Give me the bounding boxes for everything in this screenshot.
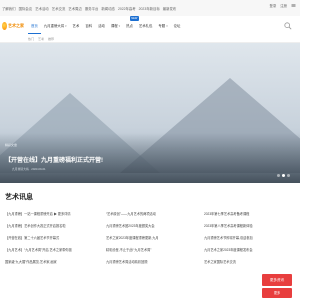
list-item[interactable]: 艺术之家2023年度课程重磅更新,九月: [106, 232, 198, 244]
nav-item-label: 九月重磅大将: [43, 24, 65, 28]
hero-dot[interactable]: [277, 174, 280, 177]
hero-pagination: [277, 174, 290, 177]
register-link[interactable]: 注册: [280, 3, 287, 8]
subnav-item[interactable]: 艺考: [38, 37, 44, 41]
logo-mark-icon: [2, 22, 7, 30]
list-item[interactable]: 九月艺术之家2023年度课程发布会: [204, 244, 296, 256]
sub-nav: 热门 艺考 推荐: [28, 37, 54, 41]
news-column-1: 【九月重磅】一站一课程重磅开启 ▶ 更多详情 【九月重磅】艺术创作大赛正式开启报名…: [5, 208, 97, 268]
nav-item[interactable]: 艺术礼包: [136, 19, 156, 33]
hero-meta: 九月重磅大将 · 2023-09-01: [12, 167, 46, 171]
top-link[interactable]: 艺术周边: [68, 6, 82, 11]
top-link[interactable]: 服务平台: [85, 6, 99, 11]
top-link[interactable]: 最新发布: [163, 6, 177, 11]
list-item[interactable]: 九月重磅艺术节即将开幕,欢迎参加: [204, 232, 296, 244]
list-item[interactable]: 国家级“九大展”作品展览,艺术家,画家: [5, 256, 97, 268]
subnav-item[interactable]: 热门: [28, 37, 34, 41]
list-item[interactable]: 艺术之家国际艺术交流: [204, 256, 296, 268]
nav-item[interactable]: 艺术: [70, 19, 83, 33]
top-link[interactable]: 新闻动态: [101, 6, 115, 11]
main-nav: 首页 九月重磅大将▾ 艺术 百科 活动 课程▾ 热点 NEW 艺术礼包 专题▾ 论坛: [28, 16, 184, 34]
nav-item-label: 专题: [158, 24, 166, 28]
nav-item[interactable]: 专题▾: [155, 19, 170, 33]
hero-dot[interactable]: [282, 174, 285, 177]
nav-item-label: 百科: [85, 24, 93, 28]
nav-item-label: 论坛: [173, 24, 181, 28]
logo-text: 艺术之家: [8, 23, 24, 28]
search-icon[interactable]: [284, 22, 292, 30]
chevron-down-icon: ▾: [65, 24, 67, 28]
top-link[interactable]: 艺术交流: [52, 6, 66, 11]
top-link[interactable]: 了解我们: [2, 6, 16, 11]
nav-item[interactable]: 热点 NEW: [123, 16, 139, 33]
pager: 更多资讯 更多: [0, 274, 300, 300]
list-item[interactable]: 【九月重磅】艺术创作大赛正式开启报名啦: [5, 220, 97, 232]
site-header: 艺术之家 首页 九月重磅大将▾ 艺术 百科 活动 课程▾ 热点 NEW 艺术礼包 专题▾ 论坛 热门…: [0, 16, 300, 43]
chevron-down-icon: ▾: [118, 24, 121, 28]
nav-item[interactable]: 首页: [28, 19, 41, 34]
nav-item[interactable]: 百科: [82, 19, 95, 33]
nav-item[interactable]: 课程▾: [108, 19, 123, 33]
list-item[interactable]: 【开营在线】第二十六届艺术节开幕式: [5, 232, 97, 244]
news-column-3: 2023年第七季艺术高考备考课程 2023年第八季艺术高考课程新体验 九月重磅艺术节…: [204, 208, 296, 268]
top-link[interactable]: 2022年高考: [118, 6, 136, 11]
hero-title[interactable]: 【开营在线】九月重磅福利正式开营!: [5, 155, 103, 164]
nav-item-label: 艺术: [72, 24, 80, 28]
menu-icon[interactable]: [291, 3, 296, 8]
list-item[interactable]: 九月重磅艺术周活动精彩回顾: [106, 256, 198, 268]
more-button[interactable]: 更多: [262, 288, 292, 298]
hero-banner[interactable]: 精彩文章 【开营在线】九月重磅福利正式开营! 九月重磅大将 · 2023-09-…: [0, 43, 300, 183]
hero-tag: 精彩文章: [5, 143, 18, 147]
top-link[interactable]: 2023年新目标: [139, 6, 160, 11]
top-right: 登录 注册: [269, 3, 296, 8]
top-links: 了解我们 国际会议 艺术活动 艺术交流 艺术周边 服务平台 新闻动态 2022年高考 2023年…: [0, 6, 242, 11]
top-link[interactable]: 艺术活动: [35, 6, 49, 11]
nav-item[interactable]: 论坛: [171, 19, 184, 33]
news-column-2: “艺术原创”——九月艺术的两项活动 九月重磅艺术团2023年度颁奖大会 艺术之家20…: [106, 208, 198, 268]
nav-item[interactable]: 九月重磅大将▾: [41, 19, 70, 33]
list-item[interactable]: 2023年第七季艺术高考备考课程: [204, 208, 296, 220]
site-logo[interactable]: 艺术之家: [2, 20, 24, 32]
list-item[interactable]: “艺术原创”——九月艺术的两项活动: [106, 208, 198, 220]
nav-item-label: 活动: [98, 24, 105, 28]
chevron-down-icon: ▾: [166, 24, 168, 28]
more-news-button[interactable]: 更多资讯: [262, 274, 292, 286]
nav-item-label: 艺术礼包: [138, 24, 153, 28]
nav-item[interactable]: 活动: [95, 19, 108, 33]
list-item[interactable]: 九月重磅艺术团2023年度颁奖大会: [106, 220, 198, 232]
list-item[interactable]: 精彩纷呈,不止于此!“九月艺术周”: [106, 244, 198, 256]
login-link[interactable]: 登录: [269, 3, 276, 8]
list-item[interactable]: 【九月重磅】一站一课程重磅开启 ▶ 更多详情: [5, 208, 97, 220]
nav-item-label: 首页: [31, 23, 38, 28]
nav-item-label: 热点: [126, 24, 133, 28]
nav-item-label: 课程: [110, 24, 118, 28]
top-link[interactable]: 国际会议: [19, 6, 33, 11]
subnav-item[interactable]: 推荐: [48, 37, 54, 41]
hero-dot[interactable]: [287, 174, 290, 177]
list-item[interactable]: 2023年第八季艺术高考课程新体验: [204, 220, 296, 232]
section-title: 艺术讯息: [5, 194, 33, 201]
top-bar: 了解我们 国际会议 艺术活动 艺术交流 艺术周边 服务平台 新闻动态 2022年高考 2023年…: [0, 0, 300, 17]
list-item[interactable]: 【九月艺术】“九月艺术周”开启,艺术之家带你逛: [5, 244, 97, 256]
